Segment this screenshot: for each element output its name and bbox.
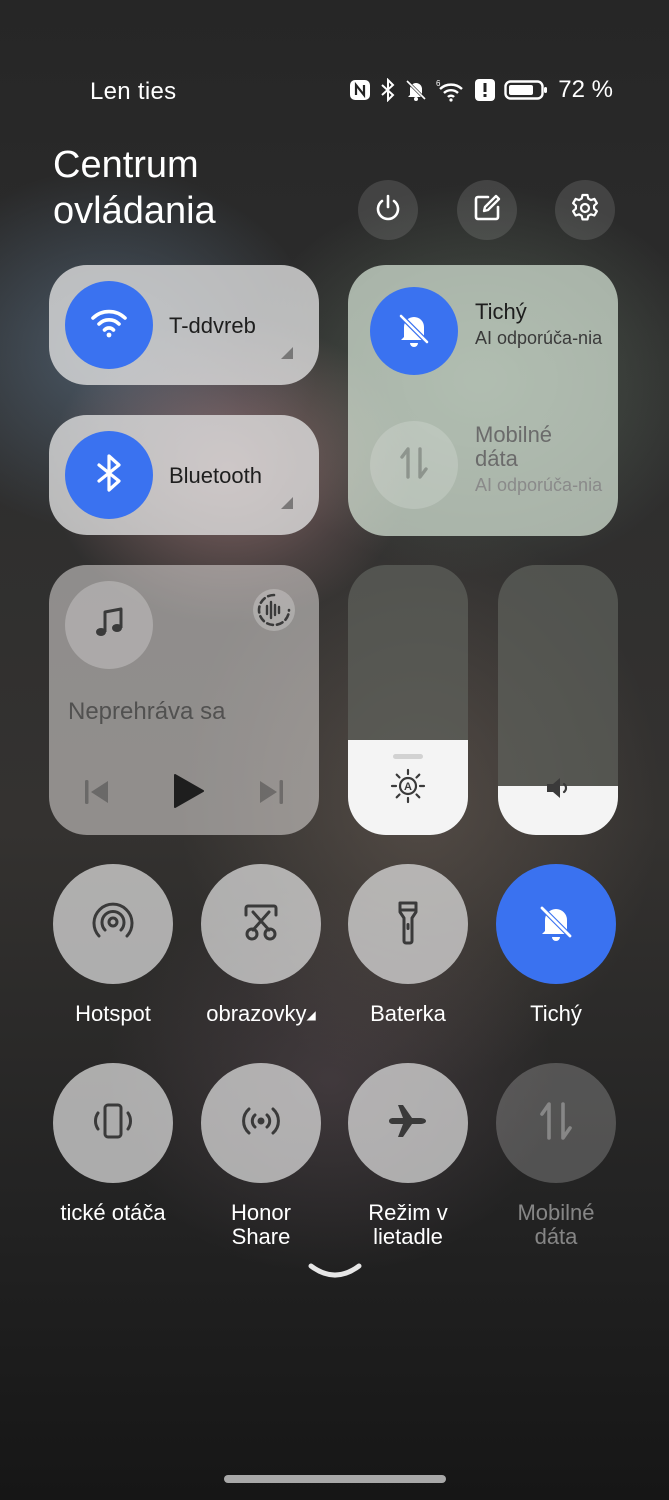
brightness-handle[interactable] <box>393 754 423 759</box>
sound-mode-toggle[interactable] <box>370 287 458 375</box>
qs-mobile-data[interactable]: Mobilné dáta <box>496 1063 616 1249</box>
qs-auto-rotate-label: tické otáča <box>60 1200 166 1225</box>
auto-rotate-toggle[interactable] <box>53 1063 173 1183</box>
qs-honor-share[interactable]: Honor Share <box>201 1063 321 1249</box>
qs-screenshot-label: obrazovky◢ <box>206 1001 316 1026</box>
mobile-data-title: Mobilné dáta <box>475 422 553 471</box>
audio-output-icon[interactable] <box>251 587 297 638</box>
status-icons: 6 72 % <box>348 76 613 104</box>
muted-bell-icon <box>531 897 581 952</box>
edit-icon <box>471 192 503 229</box>
airplane-icon <box>383 1096 433 1151</box>
media-status: Neprehráva sa <box>68 698 226 725</box>
qs-silent[interactable]: Tichý <box>496 864 616 1026</box>
page-title: Centrum ovládania <box>53 144 216 232</box>
screenshot-toggle[interactable] <box>201 864 321 984</box>
auto-rotate-icon <box>88 1096 138 1151</box>
wifi-icon <box>87 301 131 350</box>
alert-icon <box>474 78 496 102</box>
bluetooth-toggle[interactable] <box>65 431 153 519</box>
screenshot-expand-indicator: ◢ <box>306 1008 316 1023</box>
screenshot-icon <box>236 897 286 952</box>
mobile-data-toggle[interactable] <box>370 421 458 509</box>
qs-hotspot[interactable]: Hotspot <box>53 864 173 1026</box>
power-button[interactable] <box>358 180 418 240</box>
speaker-icon <box>545 776 573 805</box>
battery-icon <box>504 78 548 102</box>
wifi-tile[interactable]: T-ddvreb <box>49 265 319 385</box>
media-player-tile[interactable]: Neprehráva sa <box>49 565 319 835</box>
muted-bell-icon <box>404 78 428 102</box>
sound-and-data-tile: Tichý AI odporúča-nia Mobilné dáta AI od… <box>348 265 618 536</box>
honor-share-icon <box>236 1096 286 1151</box>
qs-honor-share-label: Honor Share <box>231 1200 291 1249</box>
edit-button[interactable] <box>457 180 517 240</box>
status-bar: Len ties 6 72 % <box>0 72 669 112</box>
power-icon <box>372 192 404 229</box>
battery-percent: 72 % <box>558 76 613 103</box>
qs-mobile-data-label: Mobilné dáta <box>517 1200 595 1249</box>
gear-icon <box>569 192 601 229</box>
airplane-toggle[interactable] <box>348 1063 468 1183</box>
music-note-icon <box>89 603 129 648</box>
previous-icon[interactable] <box>85 779 109 810</box>
mobile-data-quick-toggle[interactable] <box>496 1063 616 1183</box>
qs-flashlight[interactable]: Baterka <box>348 864 468 1026</box>
play-icon[interactable] <box>172 773 204 814</box>
wifi-expand-indicator[interactable] <box>281 347 293 359</box>
sound-mode-subtitle: AI odporúča-nia <box>475 328 603 348</box>
bluetooth-expand-indicator[interactable] <box>281 497 293 509</box>
hotspot-toggle[interactable] <box>53 864 173 984</box>
flashlight-icon <box>383 897 433 952</box>
flashlight-toggle[interactable] <box>348 864 468 984</box>
qs-silent-label: Tichý <box>530 1001 582 1026</box>
hotspot-icon <box>88 897 138 952</box>
sound-mode-title: Tichý <box>475 299 527 324</box>
bluetooth-icon <box>380 78 396 102</box>
qs-airplane-label: Režim v lietadle <box>368 1200 448 1249</box>
bluetooth-tile[interactable]: Bluetooth <box>49 415 319 535</box>
music-app-button[interactable] <box>65 581 153 669</box>
mobile-data-subtitle: AI odporúča-nia <box>475 475 603 495</box>
wifi-6-icon: 6 <box>436 78 466 102</box>
mobile-data-icon <box>531 1096 581 1151</box>
mobile-data-icon <box>394 443 434 488</box>
qs-hotspot-label: Hotspot <box>75 1001 151 1026</box>
brightness-slider[interactable]: A <box>348 565 468 835</box>
qs-screenshot[interactable]: obrazovky◢ <box>201 864 321 1027</box>
bluetooth-label: Bluetooth <box>169 463 262 488</box>
wifi-toggle[interactable] <box>65 281 153 369</box>
next-icon[interactable] <box>259 779 283 810</box>
nfc-icon <box>348 78 372 102</box>
bluetooth-icon <box>91 451 127 500</box>
collapse-chevron-icon[interactable] <box>307 1262 363 1287</box>
svg-text:6: 6 <box>436 79 441 88</box>
volume-slider[interactable] <box>498 565 618 835</box>
muted-bell-icon <box>392 307 436 356</box>
auto-brightness-icon: A <box>390 768 426 809</box>
qs-auto-rotate[interactable]: tické otáča <box>53 1063 173 1225</box>
home-indicator[interactable] <box>224 1475 446 1483</box>
honor-share-toggle[interactable] <box>201 1063 321 1183</box>
settings-button[interactable] <box>555 180 615 240</box>
carrier-label: Len ties <box>90 78 177 105</box>
qs-airplane[interactable]: Režim v lietadle <box>348 1063 468 1249</box>
wifi-network-name: T-ddvreb <box>169 313 256 338</box>
svg-text:A: A <box>404 781 412 793</box>
qs-flashlight-label: Baterka <box>370 1001 446 1026</box>
silent-toggle[interactable] <box>496 864 616 984</box>
